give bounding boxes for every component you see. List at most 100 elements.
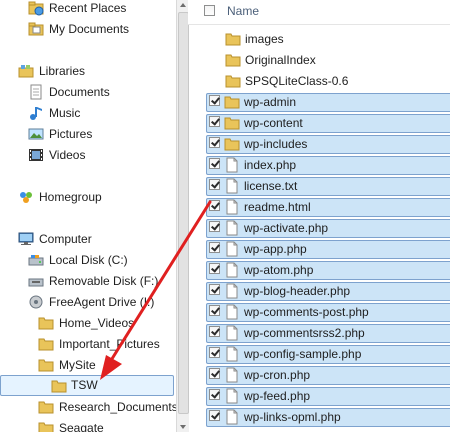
file-icon [224,220,240,236]
nav-computer[interactable]: Computer [18,229,168,249]
file-row[interactable]: wp-commentsrss2.php [206,324,450,343]
row-checkbox[interactable] [209,200,220,211]
nav-label: Documents [49,85,110,99]
file-icon [224,241,240,257]
file-name: wp-comments-post.php [244,305,369,319]
nav-research-documents[interactable]: Research_Documents [38,397,176,417]
nav-documents[interactable]: Documents [28,82,168,102]
nav-music[interactable]: Music [28,103,168,123]
file-name: SPSQLiteClass-0.6 [245,74,349,88]
file-row[interactable]: wp-blog-header.php [206,282,450,301]
navigation-pane: Recent Places My Documents Libraries Doc… [0,0,176,432]
row-checkbox[interactable] [209,137,220,148]
scroll-down-icon[interactable] [180,425,186,429]
nav-pictures[interactable]: Pictures [28,124,168,144]
file-icon [224,325,240,341]
file-row[interactable]: wp-app.php [206,240,450,259]
film-strip-icon [28,147,44,163]
file-row[interactable]: OriginalIndex [208,51,450,70]
folder-icon [224,94,240,110]
row-checkbox[interactable] [209,158,220,169]
file-name: wp-commentsrss2.php [244,326,365,340]
folder-icon [38,336,54,352]
file-name: license.txt [244,179,298,193]
file-row[interactable]: wp-links-opml.php [206,408,450,427]
nav-tsw[interactable]: TSW [0,375,174,396]
nav-seagate[interactable]: Seagate [38,418,173,432]
folder-icon [225,31,241,47]
nav-libraries[interactable]: Libraries [18,61,168,81]
file-row[interactable]: index.php [206,156,450,175]
nav-label: Seagate [59,421,104,432]
column-header-name[interactable]: Name [227,4,259,18]
row-checkbox[interactable] [209,347,220,358]
folder-icon [38,420,54,432]
file-row[interactable]: wp-atom.php [206,261,450,280]
column-header: Name [188,0,450,25]
nav-label: Important_Pictures [59,337,160,351]
row-checkbox[interactable] [209,221,220,232]
file-name: wp-feed.php [244,389,311,403]
file-name: wp-links-opml.php [244,410,341,424]
removable-drive-icon [28,273,44,289]
file-row[interactable]: SPSQLiteClass-0.6 [208,72,450,91]
folder-icon [38,399,54,415]
row-checkbox[interactable] [209,410,220,421]
file-row[interactable]: wp-comments-post.php [206,303,450,322]
file-icon [224,157,240,173]
file-icon [224,178,240,194]
nav-label: Pictures [49,127,93,141]
file-row[interactable]: wp-cron.php [206,366,450,385]
nav-label: Libraries [39,64,86,78]
file-row[interactable]: wp-admin [206,93,450,112]
file-icon [224,367,240,383]
nav-recent-places[interactable]: Recent Places [28,0,168,18]
file-row[interactable]: images [208,30,450,49]
nav-my-documents[interactable]: My Documents [28,19,168,39]
homegroup-icon [18,189,34,205]
row-checkbox[interactable] [209,95,220,106]
file-row[interactable]: wp-activate.php [206,219,450,238]
nav-local-disk[interactable]: Local Disk (C:) [28,250,168,270]
file-name: wp-activate.php [244,221,329,235]
nav-important-pictures[interactable]: Important_Pictures [38,334,173,354]
nav-removable-disk[interactable]: Removable Disk (F:) [28,271,173,291]
file-name: wp-includes [244,137,308,151]
file-row[interactable]: wp-config-sample.php [206,345,450,364]
row-checkbox[interactable] [209,116,220,127]
row-checkbox[interactable] [209,242,220,253]
row-checkbox[interactable] [209,284,220,295]
nav-homegroup[interactable]: Homegroup [18,187,168,207]
nav-label: Home_Videos [59,316,135,330]
nav-home-videos[interactable]: Home_Videos [38,313,173,333]
file-name: wp-atom.php [244,263,314,277]
music-note-icon [28,105,44,121]
file-row[interactable]: wp-content [206,114,450,133]
nav-label: Recent Places [49,1,127,15]
scroll-up-icon[interactable] [180,3,186,7]
row-checkbox[interactable] [209,326,220,337]
file-row[interactable]: wp-includes [206,135,450,154]
nav-label: FreeAgent Drive (I:) [49,295,155,309]
file-row[interactable]: license.txt [206,177,450,196]
file-name: wp-app.php [244,242,307,256]
file-name: wp-admin [244,95,297,109]
folder-icon [224,136,240,152]
nav-mysite[interactable]: MySite [38,355,173,375]
row-checkbox[interactable] [209,368,220,379]
nav-label: TSW [71,378,98,392]
file-row[interactable]: wp-feed.php [206,387,450,406]
nav-label: My Documents [49,22,130,36]
nav-videos[interactable]: Videos [28,145,168,165]
row-checkbox[interactable] [209,263,220,274]
file-row[interactable]: readme.html [206,198,450,217]
row-checkbox[interactable] [209,179,220,190]
select-all-checkbox[interactable] [204,5,215,16]
file-icon [224,199,240,215]
nav-freeagent-drive[interactable]: FreeAgent Drive (I:) [28,292,173,312]
row-checkbox[interactable] [209,305,220,316]
computer-icon [18,231,34,247]
recent-places-icon [28,0,44,16]
row-checkbox[interactable] [209,389,220,400]
file-name: wp-blog-header.php [244,284,351,298]
